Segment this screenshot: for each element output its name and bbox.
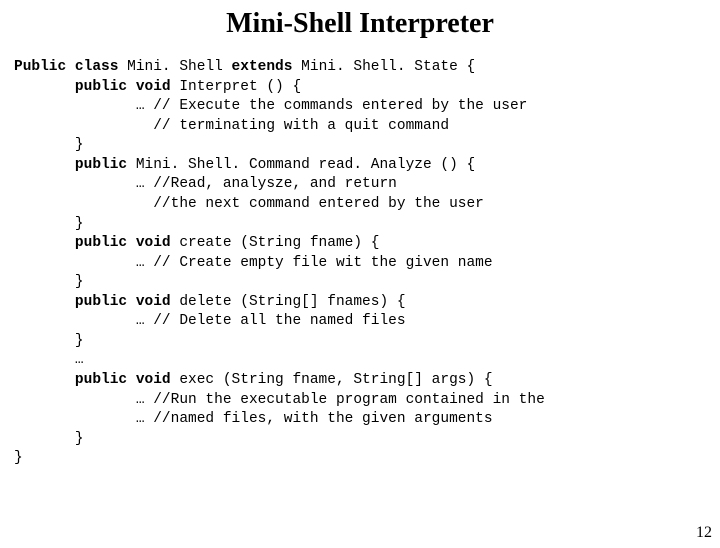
comment-next-command: //the next command entered by the user <box>14 196 484 212</box>
kw-public-void-3: public void <box>14 235 179 251</box>
page-title: Mini-Shell Interpreter <box>0 8 720 40</box>
kw-extends: extends <box>232 59 302 75</box>
kw-public-class: Public class <box>14 59 127 75</box>
comment-terminating: // terminating with a quit command <box>14 118 449 134</box>
comment-execute: … // Execute the commands entered by the… <box>14 98 527 114</box>
kw-public-void-4: public void <box>14 294 179 310</box>
class-name: Mini. Shell <box>127 59 231 75</box>
method-read-analyze: Mini. Shell. Command read. Analyze () { <box>136 157 475 173</box>
brace-close-5: } <box>14 431 84 447</box>
comment-delete: … // Delete all the named files <box>14 313 406 329</box>
method-delete: delete (String[] fnames) { <box>179 294 405 310</box>
brace-close-4: } <box>14 333 84 349</box>
brace-close-2: } <box>14 216 84 232</box>
kw-public-2: public <box>14 157 136 173</box>
code-block: Public class Mini. Shell extends Mini. S… <box>0 58 720 469</box>
comment-create: … // Create empty file wit the given nam… <box>14 255 493 271</box>
brace-close-1: } <box>14 137 84 153</box>
brace-close-3: } <box>14 274 84 290</box>
method-exec: exec (String fname, String[] args) { <box>179 372 492 388</box>
brace-close-class: } <box>14 450 23 466</box>
comment-run: … //Run the executable program contained… <box>14 392 545 408</box>
kw-public-void-5: public void <box>14 372 179 388</box>
page-number: 12 <box>696 524 712 542</box>
method-create: create (String fname) { <box>179 235 379 251</box>
superclass-name: Mini. Shell. State { <box>301 59 475 75</box>
ellipsis-methods: … <box>14 352 84 368</box>
comment-named-files: … //named files, with the given argument… <box>14 411 493 427</box>
comment-read: … //Read, analysze, and return <box>14 176 397 192</box>
method-interpret: Interpret () { <box>179 79 301 95</box>
kw-public-void-1: public void <box>14 79 179 95</box>
